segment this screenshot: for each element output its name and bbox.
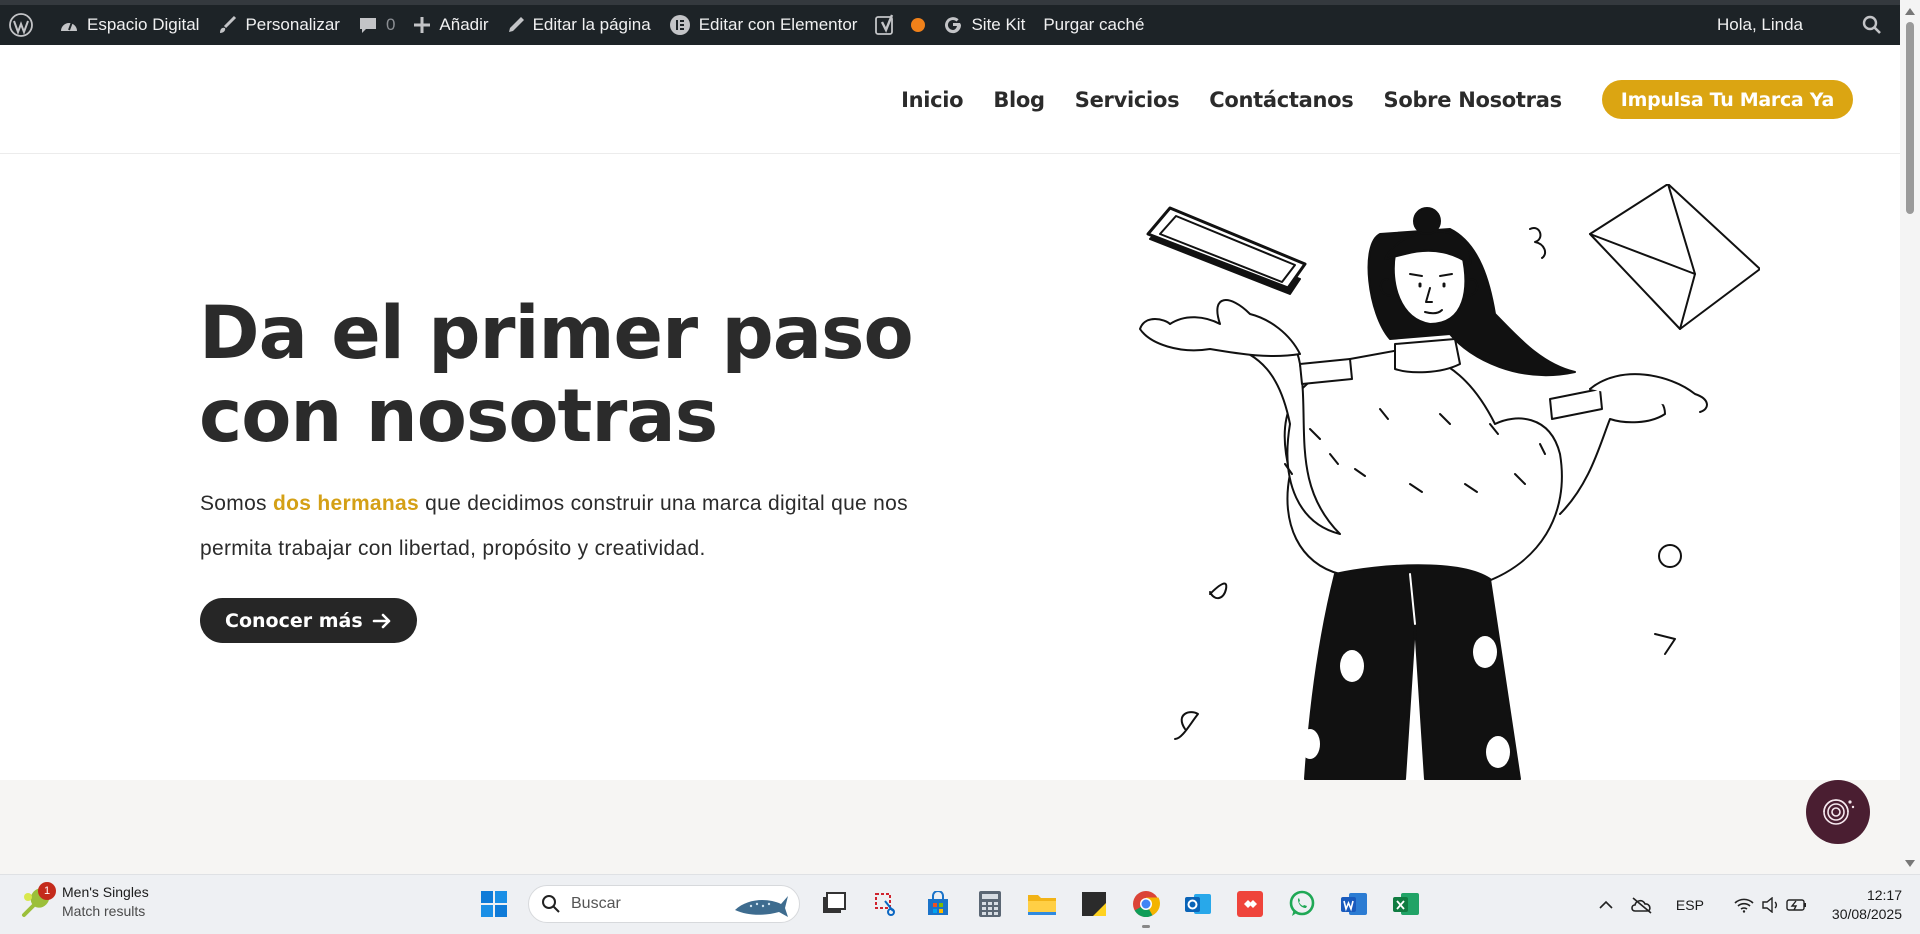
whatsapp-icon[interactable] <box>1284 886 1320 922</box>
taskbar-clock[interactable]: 12:17 30/08/2025 <box>1832 886 1902 924</box>
search-icon <box>542 895 560 913</box>
dashboard-icon <box>61 21 77 31</box>
hero-title: Da el primer paso con nosotras <box>199 292 999 458</box>
main-nav: Inicio Blog Servicios Contáctanos Sobre … <box>871 80 1853 119</box>
yoast-seo-menu[interactable] <box>866 5 934 45</box>
nav-item-servicios[interactable]: Servicios <box>1075 88 1180 112</box>
customize-link[interactable]: Personalizar <box>208 5 349 45</box>
file-explorer-icon[interactable] <box>1024 886 1060 922</box>
google-g-icon <box>945 17 962 34</box>
add-new-label: Añadir <box>439 15 489 34</box>
hero-text-before: Somos <box>200 492 273 515</box>
nav-item-contactanos[interactable]: Contáctanos <box>1209 88 1354 112</box>
nav-item-inicio[interactable]: Inicio <box>901 88 964 112</box>
page-scrollbar[interactable] <box>1900 0 1920 874</box>
nav-item-sobre-nosotras[interactable]: Sobre Nosotras <box>1384 88 1563 112</box>
scrollbar-thumb[interactable] <box>1906 22 1914 214</box>
chat-widget-button[interactable] <box>1806 780 1870 844</box>
site-header: Inicio Blog Servicios Contáctanos Sobre … <box>0 45 1900 154</box>
outlook-icon[interactable] <box>1180 886 1216 922</box>
paintbrush-icon <box>220 15 237 33</box>
cta-button[interactable]: Impulsa Tu Marca Ya <box>1601 80 1853 119</box>
learn-more-button[interactable]: Conocer más <box>200 598 417 643</box>
snipping-tool-icon[interactable] <box>868 886 904 922</box>
wordpress-logo-icon[interactable] <box>0 5 50 45</box>
search-placeholder: Buscar <box>571 895 621 912</box>
whale-shark-icon <box>735 896 788 917</box>
volume-icon[interactable] <box>1762 897 1780 913</box>
task-view-icon[interactable] <box>816 886 852 922</box>
notification-badge: 1 <box>38 882 56 900</box>
site-name: Espacio Digital <box>87 15 200 34</box>
system-tray: ESP 12:17 30/08/2025 <box>1582 883 1902 927</box>
hero-description: Somos dos hermanas que decidimos constru… <box>200 481 960 571</box>
edit-elementor-label: Editar con Elementor <box>698 15 858 34</box>
next-section <box>0 780 1900 874</box>
phone-icon <box>1146 206 1307 295</box>
scroll-down-arrow-icon[interactable] <box>1905 860 1915 867</box>
plus-icon <box>414 17 431 33</box>
windows-taskbar: 1 Men's Singles Match results Buscar ESP <box>0 874 1920 934</box>
purge-cache-label: Purgar caché <box>1043 15 1145 34</box>
calculator-icon[interactable] <box>972 886 1008 922</box>
elementor-icon <box>669 15 690 35</box>
my-account-link[interactable]: Hola, Linda <box>1708 5 1853 45</box>
hero-section: Da el primer paso con nosotras Somos dos… <box>0 154 1900 780</box>
nav-item-blog[interactable]: Blog <box>993 88 1045 112</box>
site-name-link[interactable]: Espacio Digital <box>50 5 208 45</box>
taskbar-search[interactable]: Buscar <box>528 885 800 923</box>
greeting-label: Hola, Linda <box>1716 15 1803 34</box>
hero-title-line-2: con nosotras <box>199 374 718 459</box>
notification-title: Men's Singles <box>62 884 149 900</box>
start-button[interactable] <box>476 886 512 922</box>
scroll-up-arrow-icon[interactable] <box>1905 8 1915 15</box>
wp-admin-bar: Espacio Digital Personalizar 0 Añadir Ed… <box>0 0 1920 45</box>
comments-link[interactable]: 0 <box>349 5 404 45</box>
anydesk-icon[interactable] <box>1232 886 1268 922</box>
battery-charging-icon[interactable] <box>1786 897 1808 913</box>
taskbar-apps: Buscar <box>468 885 1432 928</box>
clock-time: 12:17 <box>1866 887 1902 903</box>
sticky-notes-icon[interactable] <box>1076 886 1112 922</box>
fingerprint-icon <box>1823 799 1855 825</box>
yoast-icon <box>875 14 894 35</box>
edit-page-link[interactable]: Editar la página <box>498 5 660 45</box>
site-kit-label: Site Kit <box>971 15 1026 34</box>
edit-page-label: Editar la página <box>532 15 651 34</box>
envelope-icon <box>1589 184 1760 330</box>
wifi-icon[interactable] <box>1734 897 1754 913</box>
site-kit-link[interactable]: Site Kit <box>934 5 1034 45</box>
hero-text-highlight: dos hermanas <box>273 492 419 515</box>
chevron-up-icon[interactable] <box>1598 900 1614 910</box>
language-indicator[interactable]: ESP <box>1676 897 1704 913</box>
arrow-right-icon <box>372 613 390 628</box>
notification-subtitle: Match results <box>62 903 146 919</box>
comments-count: 0 <box>385 15 396 34</box>
yoast-status-dot-icon <box>911 18 926 32</box>
edit-elementor-link[interactable]: Editar con Elementor <box>660 5 867 45</box>
clock-date: 30/08/2025 <box>1831 906 1902 922</box>
word-icon[interactable] <box>1336 886 1372 922</box>
widget-notification[interactable]: 1 Men's Singles Match results <box>20 882 149 921</box>
chrome-icon[interactable] <box>1128 886 1164 928</box>
excel-icon[interactable] <box>1388 886 1424 922</box>
purge-cache-link[interactable]: Purgar caché <box>1034 5 1153 45</box>
add-new-link[interactable]: Añadir <box>404 5 497 45</box>
customize-label: Personalizar <box>245 15 340 34</box>
learn-more-label: Conocer más <box>225 609 363 632</box>
hero-title-line-1: Da el primer paso <box>199 291 914 376</box>
windows-logo-icon <box>481 891 507 917</box>
comment-bubble-icon <box>359 18 376 33</box>
pencil-icon <box>508 17 524 32</box>
onedrive-offline-icon[interactable] <box>1630 896 1654 914</box>
woman-illustration <box>1139 184 1760 780</box>
microsoft-store-icon[interactable] <box>920 886 956 922</box>
